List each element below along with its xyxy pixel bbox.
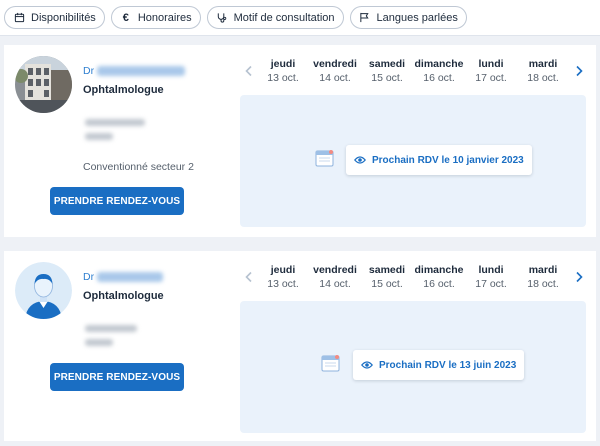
day-date: 13 oct. bbox=[267, 278, 299, 290]
chevron-right-icon bbox=[576, 271, 583, 283]
day-header-row: jeudi 13 oct. vendredi 14 oct. samedi 15 oc… bbox=[258, 58, 578, 88]
calendar-icon bbox=[13, 12, 25, 24]
day-column: dimanche 16 oct. bbox=[409, 264, 469, 291]
book-appointment-button[interactable]: PRENDRE RENDEZ-VOUS bbox=[50, 363, 184, 391]
day-name: samedi bbox=[368, 264, 406, 276]
day-column: lundi 17 oct. bbox=[461, 58, 521, 85]
eye-icon bbox=[354, 156, 366, 164]
day-date: 16 oct. bbox=[423, 278, 455, 290]
next-week-button[interactable] bbox=[572, 64, 586, 78]
day-column: vendredi 14 oct. bbox=[305, 264, 365, 291]
filter-fees-label: Honoraires bbox=[137, 11, 192, 24]
day-date: 15 oct. bbox=[371, 278, 403, 290]
avatar[interactable] bbox=[15, 56, 72, 113]
day-name: vendredi bbox=[313, 58, 357, 70]
calendar-illustration-icon bbox=[321, 355, 340, 372]
doctor-card: Dr Ophtalmologue Conventionné secteur 2 … bbox=[4, 45, 596, 237]
filter-availability-button[interactable]: Disponibilités bbox=[4, 6, 105, 29]
address-line bbox=[85, 325, 137, 332]
chevron-right-icon bbox=[576, 65, 583, 77]
day-column: jeudi 13 oct. bbox=[253, 264, 313, 291]
next-appointment-label: Prochain RDV le 13 juin 2023 bbox=[379, 359, 517, 371]
doctor-name-link[interactable] bbox=[97, 272, 163, 282]
doctor-specialty: Ophtalmologue bbox=[83, 84, 164, 96]
day-column: jeudi 13 oct. bbox=[253, 58, 313, 85]
city-line bbox=[85, 133, 113, 140]
day-date: 17 oct. bbox=[475, 278, 507, 290]
day-column: lundi 17 oct. bbox=[461, 264, 521, 291]
day-date: 13 oct. bbox=[267, 72, 299, 84]
doctor-info: Dr Ophtalmologue Conventionné secteur 2 … bbox=[4, 45, 236, 237]
day-date: 15 oct. bbox=[371, 72, 403, 84]
avatar[interactable] bbox=[15, 262, 72, 319]
next-appointment-button[interactable]: Prochain RDV le 13 juin 2023 bbox=[353, 350, 525, 380]
day-column: samedi 15 oct. bbox=[357, 58, 417, 85]
day-date: 14 oct. bbox=[319, 278, 351, 290]
availability-calendar: jeudi 13 oct. vendredi 14 oct. samedi 15 oc… bbox=[240, 251, 596, 441]
calendar-illustration-icon bbox=[315, 150, 334, 167]
day-header-row: jeudi 13 oct. vendredi 14 oct. samedi 15 oc… bbox=[258, 264, 578, 294]
doctor-title: Dr bbox=[83, 271, 95, 283]
day-name: mardi bbox=[528, 264, 558, 276]
default-avatar-icon bbox=[15, 262, 72, 319]
filter-languages-button[interactable]: Langues parlées bbox=[349, 6, 467, 29]
availability-calendar: jeudi 13 oct. vendredi 14 oct. samedi 15 oc… bbox=[240, 45, 596, 237]
day-column: mardi 18 oct. bbox=[513, 58, 573, 85]
day-name: samedi bbox=[368, 58, 406, 70]
day-date: 14 oct. bbox=[319, 72, 351, 84]
flag-icon bbox=[359, 12, 371, 24]
day-date: 16 oct. bbox=[423, 72, 455, 84]
filter-reason-label: Motif de consultation bbox=[233, 11, 335, 24]
next-week-button[interactable] bbox=[572, 270, 586, 284]
day-date: 17 oct. bbox=[475, 72, 507, 84]
day-name: lundi bbox=[478, 58, 504, 70]
slots-area: Prochain RDV le 13 juin 2023 bbox=[240, 301, 586, 433]
book-appointment-button[interactable]: PRENDRE RENDEZ-VOUS bbox=[50, 187, 184, 215]
day-column: dimanche 16 oct. bbox=[409, 58, 469, 85]
doctor-specialty: Ophtalmologue bbox=[83, 290, 164, 302]
eye-icon bbox=[361, 361, 373, 369]
filter-availability-label: Disponibilités bbox=[31, 11, 96, 24]
day-name: jeudi bbox=[270, 58, 296, 70]
day-column: samedi 15 oct. bbox=[357, 264, 417, 291]
euro-icon: € bbox=[122, 11, 129, 24]
filter-fees-button[interactable]: € Honoraires bbox=[110, 6, 201, 29]
day-date: 18 oct. bbox=[527, 278, 559, 290]
stethoscope-icon bbox=[216, 12, 228, 24]
next-appointment-label: Prochain RDV le 10 janvier 2023 bbox=[372, 154, 524, 166]
filter-bar: Disponibilités € Honoraires Motif de con… bbox=[0, 0, 600, 36]
day-column: vendredi 14 oct. bbox=[305, 58, 365, 85]
day-name: mardi bbox=[528, 58, 558, 70]
day-name: dimanche bbox=[414, 58, 464, 70]
slots-area: Prochain RDV le 10 janvier 2023 bbox=[240, 95, 586, 227]
day-name: lundi bbox=[478, 264, 504, 276]
next-appointment-button[interactable]: Prochain RDV le 10 janvier 2023 bbox=[346, 145, 532, 175]
filter-reason-button[interactable]: Motif de consultation bbox=[206, 6, 344, 29]
day-name: jeudi bbox=[270, 264, 296, 276]
doctor-title: Dr bbox=[83, 65, 95, 77]
city-line bbox=[85, 339, 113, 346]
address-line bbox=[85, 119, 145, 126]
day-column: mardi 18 oct. bbox=[513, 264, 573, 291]
day-name: vendredi bbox=[313, 264, 357, 276]
convention-sector: Conventionné secteur 2 bbox=[83, 161, 194, 173]
day-date: 18 oct. bbox=[527, 72, 559, 84]
day-name: dimanche bbox=[414, 264, 464, 276]
filter-languages-label: Langues parlées bbox=[376, 11, 458, 24]
doctor-name-link[interactable] bbox=[97, 66, 185, 76]
doctor-card: Dr Ophtalmologue PRENDRE RENDEZ-VOUS jeu… bbox=[4, 251, 596, 441]
doctor-info: Dr Ophtalmologue PRENDRE RENDEZ-VOUS bbox=[4, 251, 236, 441]
